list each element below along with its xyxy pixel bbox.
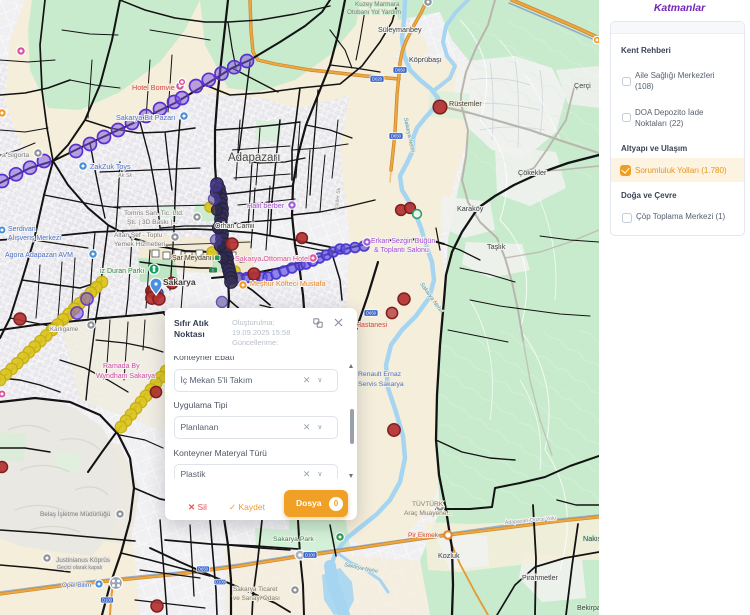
svg-text:Süleymanbey: Süleymanbey (378, 25, 422, 34)
svg-text:Opel Bilim: Opel Bilim (62, 582, 91, 589)
svg-text:D650: D650 (391, 134, 402, 139)
svg-text:Halit berber: Halit berber (247, 201, 285, 210)
svg-text:Justinianus Köprüs: Justinianus Köprüs (56, 557, 110, 564)
svg-text:Alışveriş Merkezi: Alışveriş Merkezi (8, 235, 61, 242)
svg-text:Ak Sk: Ak Sk (117, 173, 132, 179)
svg-text:Hastanesi: Hastanesi (356, 322, 388, 329)
svg-text:Tomris San. Tic. Ltd.: Tomris San. Tic. Ltd. (124, 210, 184, 217)
svg-text:Karlıgame: Karlıgame (50, 326, 79, 333)
svg-text:TÜVTÜRK: TÜVTÜRK (412, 500, 444, 508)
svg-text:Şti. | 3D Baskı |...: Şti. | 3D Baskı |... (127, 219, 178, 226)
svg-text:Orhan Camii: Orhan Camii (215, 223, 255, 230)
svg-text:D650: D650 (198, 567, 209, 572)
svg-text:Rüstemler: Rüstemler (449, 99, 482, 108)
svg-text:Çökekler: Çökekler (518, 168, 547, 177)
svg-text:Kozluk: Kozluk (438, 551, 460, 560)
svg-text:Sakarya Bit Pazarı: Sakarya Bit Pazarı (116, 113, 176, 122)
svg-text:Pir Ekmek: Pir Ekmek (408, 532, 439, 539)
svg-text:ZakZuk Toys: ZakZuk Toys (90, 162, 131, 171)
svg-text:Şar Meydanı: Şar Meydanı (172, 255, 212, 262)
svg-text:Geçici olarak kapalı: Geçici olarak kapalı (57, 565, 102, 571)
svg-text:ve Sanayi Odası: ve Sanayi Odası (233, 595, 280, 602)
svg-text:Araç Muayene...: Araç Muayene... (404, 510, 452, 517)
svg-text:iz Duran Parkı: iz Duran Parkı (100, 268, 144, 275)
svg-text:Otobanı Yol Yardım: Otobanı Yol Yardım (347, 9, 401, 16)
svg-text:Altan Şef - Toplu: Altan Şef - Toplu (114, 232, 163, 239)
svg-text:Erkan Sezgin Düğün: Erkan Sezgin Düğün (371, 238, 435, 245)
svg-text:Ramada By: Ramada By (103, 363, 140, 370)
svg-text:Karaköy: Karaköy (457, 204, 484, 213)
svg-text:D100: D100 (305, 553, 316, 558)
svg-text:D650: D650 (366, 311, 377, 316)
svg-text:Köprübaşı: Köprübaşı (409, 55, 442, 64)
svg-text:& Toplantı Salonu: & Toplantı Salonu (374, 247, 429, 254)
svg-text:Agora Adapazan AVM: Agora Adapazan AVM (5, 252, 73, 259)
svg-text:Bekirpaşa: Bekirpaşa (577, 605, 599, 612)
svg-text:Hotel Bomvie: Hotel Bomvie (132, 83, 175, 92)
svg-text:a Sigorta: a Sigorta (2, 152, 29, 159)
svg-text:Belaş İşletme Müdürlüğü: Belaş İşletme Müdürlüğü (40, 509, 111, 518)
svg-text:D650: D650 (395, 68, 406, 73)
svg-text:Wyndham Sakarya: Wyndham Sakarya (96, 373, 155, 380)
svg-text:Sakarya Ottoman Hotel: Sakarya Ottoman Hotel (235, 254, 310, 263)
svg-text:D100: D100 (102, 598, 113, 603)
svg-text:Serdivan: Serdivan (8, 226, 36, 233)
svg-text:Renault Ernaz: Renault Ernaz (358, 371, 402, 378)
svg-text:D100: D100 (215, 580, 226, 585)
svg-text:Sakarya Ticaret: Sakarya Ticaret (233, 586, 278, 593)
svg-text:Çerçi: Çerçi (574, 81, 591, 90)
svg-text:D020: D020 (372, 77, 383, 82)
svg-text:Nakış: Nakış (583, 534, 599, 543)
svg-text:Kuzey Marmara: Kuzey Marmara (355, 1, 400, 8)
svg-text:Sakarya Park: Sakarya Park (273, 536, 314, 543)
svg-text:Pirahmetler: Pirahmetler (522, 575, 558, 582)
svg-text:Servis Sakarya: Servis Sakarya (358, 381, 404, 388)
svg-text:Sakarya: Sakarya (163, 277, 196, 287)
svg-text:Taşlık: Taşlık (487, 242, 506, 251)
svg-text:Adapazarı: Adapazarı (228, 152, 280, 164)
svg-text:Meşhur Köfteci Mustafa: Meşhur Köfteci Mustafa (250, 279, 326, 288)
svg-text:Yemek Hizmetleri: Yemek Hizmetleri (114, 241, 166, 248)
